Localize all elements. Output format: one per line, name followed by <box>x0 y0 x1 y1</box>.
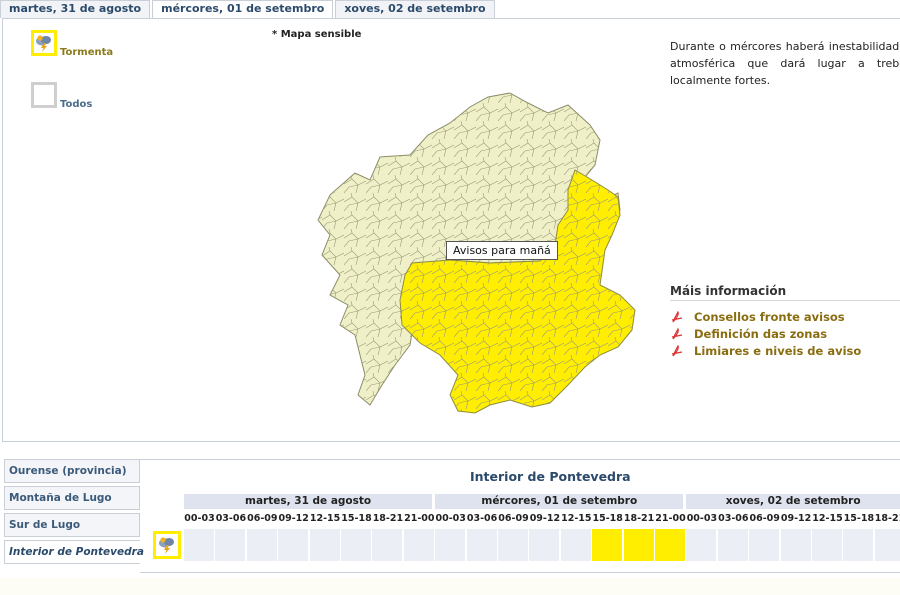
link-label: Consellos fronte avisos <box>694 309 845 324</box>
storm-icon <box>153 531 181 559</box>
warning-cell[interactable] <box>278 529 309 561</box>
pdf-icon <box>670 327 684 341</box>
hour-label: 12-15 <box>561 513 592 524</box>
link-limiares[interactable]: Limiares e niveis de aviso <box>670 342 861 359</box>
warning-cell[interactable] <box>341 529 371 561</box>
warning-cell[interactable] <box>812 529 842 561</box>
zone-ourense[interactable]: Ourense (provincia) <box>4 459 140 483</box>
day-header: mércores, 01 de setembro <box>435 494 684 509</box>
hour-label: 18-21 <box>874 513 900 524</box>
hour-label: 03-06 <box>215 513 247 524</box>
zone-title: Interior de Pontevedra <box>470 469 631 484</box>
hour-label: 06-09 <box>247 513 278 524</box>
link-label: Limiares e niveis de aviso <box>694 343 862 358</box>
tab-day-3[interactable]: xoves, 02 de setembro <box>335 0 495 18</box>
hour-label: 12-15 <box>812 513 843 524</box>
hour-label: 15-18 <box>592 513 623 524</box>
warning-cell[interactable] <box>749 529 780 561</box>
hour-label: 18-21 <box>623 513 655 524</box>
zone-interior-pontevedra[interactable]: Interior de Pontevedra <box>4 540 144 564</box>
warning-cell[interactable] <box>560 529 591 561</box>
pdf-icon <box>670 310 684 324</box>
legend-all[interactable]: Todos <box>31 82 93 110</box>
legend-storm[interactable]: Tormenta <box>31 30 114 58</box>
more-info-links: Consellos fronte avisos Definición das z… <box>670 308 861 359</box>
day-header: xoves, 02 de setembro <box>686 494 900 509</box>
warning-cell[interactable] <box>372 529 403 561</box>
map-tooltip: Avisos para mañá <box>446 241 558 260</box>
day-header: martes, 31 de agosto <box>184 494 433 509</box>
storm-icon <box>31 30 57 56</box>
warning-cell[interactable] <box>655 529 685 561</box>
hour-label: 15-18 <box>341 513 372 524</box>
hour-label: 06-09 <box>749 513 780 524</box>
warning-cell[interactable] <box>184 529 214 561</box>
hour-label: 18-21 <box>372 513 404 524</box>
warning-description: Durante o mércores haberá inestabilidade… <box>670 40 900 87</box>
hour-label: 00-03 <box>435 513 466 524</box>
hour-label: 09-12 <box>529 513 561 524</box>
footer-strip <box>0 578 900 595</box>
warning-cell[interactable] <box>874 529 900 561</box>
warning-cell[interactable] <box>623 529 654 561</box>
warning-cell[interactable] <box>403 529 434 561</box>
warning-cell[interactable] <box>592 529 623 561</box>
more-info-title: Máis información <box>670 284 900 301</box>
warning-cell[interactable] <box>498 529 528 561</box>
hour-label: 09-12 <box>780 513 812 524</box>
warning-cell[interactable] <box>309 529 340 561</box>
hour-label: 21-00 <box>404 513 435 524</box>
tab-day-2[interactable]: mércores, 01 de setembro <box>152 0 334 19</box>
warning-cell[interactable] <box>717 529 748 561</box>
map-note: * Mapa sensible <box>272 29 362 40</box>
hour-label: 15-18 <box>843 513 875 524</box>
warning-cell[interactable] <box>215 529 246 561</box>
hour-label: 03-06 <box>718 513 749 524</box>
warning-cell[interactable] <box>246 529 277 561</box>
all-box <box>31 82 57 108</box>
warning-cell[interactable] <box>780 529 811 561</box>
legend-all-label: Todos <box>60 99 93 110</box>
hour-label: 03-06 <box>466 513 498 524</box>
warning-cell[interactable] <box>686 529 717 561</box>
warning-cell[interactable] <box>435 529 466 561</box>
hour-label: 12-15 <box>309 513 341 524</box>
hour-label: 06-09 <box>498 513 529 524</box>
hour-label: 21-00 <box>655 513 686 524</box>
hour-label: 00-03 <box>184 513 215 524</box>
warning-cell[interactable] <box>843 529 874 561</box>
pdf-icon <box>670 344 684 358</box>
tab-day-1[interactable]: martes, 31 de agosto <box>0 0 151 18</box>
legend-storm-label: Tormenta <box>60 47 114 58</box>
zone-sur-lugo[interactable]: Sur de Lugo <box>4 513 140 537</box>
day-tabs: martes, 31 de agosto mércores, 01 de set… <box>0 0 497 19</box>
hour-label: 00-03 <box>686 513 718 524</box>
zone-list: Ourense (provincia) Montaña de Lugo Sur … <box>4 459 144 567</box>
hour-label: 09-12 <box>278 513 309 524</box>
link-label: Definición das zonas <box>694 326 828 341</box>
link-definicion[interactable]: Definición das zonas <box>670 325 861 342</box>
warning-cell[interactable] <box>529 529 560 561</box>
warning-cell[interactable] <box>466 529 497 561</box>
link-consellos[interactable]: Consellos fronte avisos <box>670 308 861 325</box>
zone-montana-lugo[interactable]: Montaña de Lugo <box>4 486 140 510</box>
